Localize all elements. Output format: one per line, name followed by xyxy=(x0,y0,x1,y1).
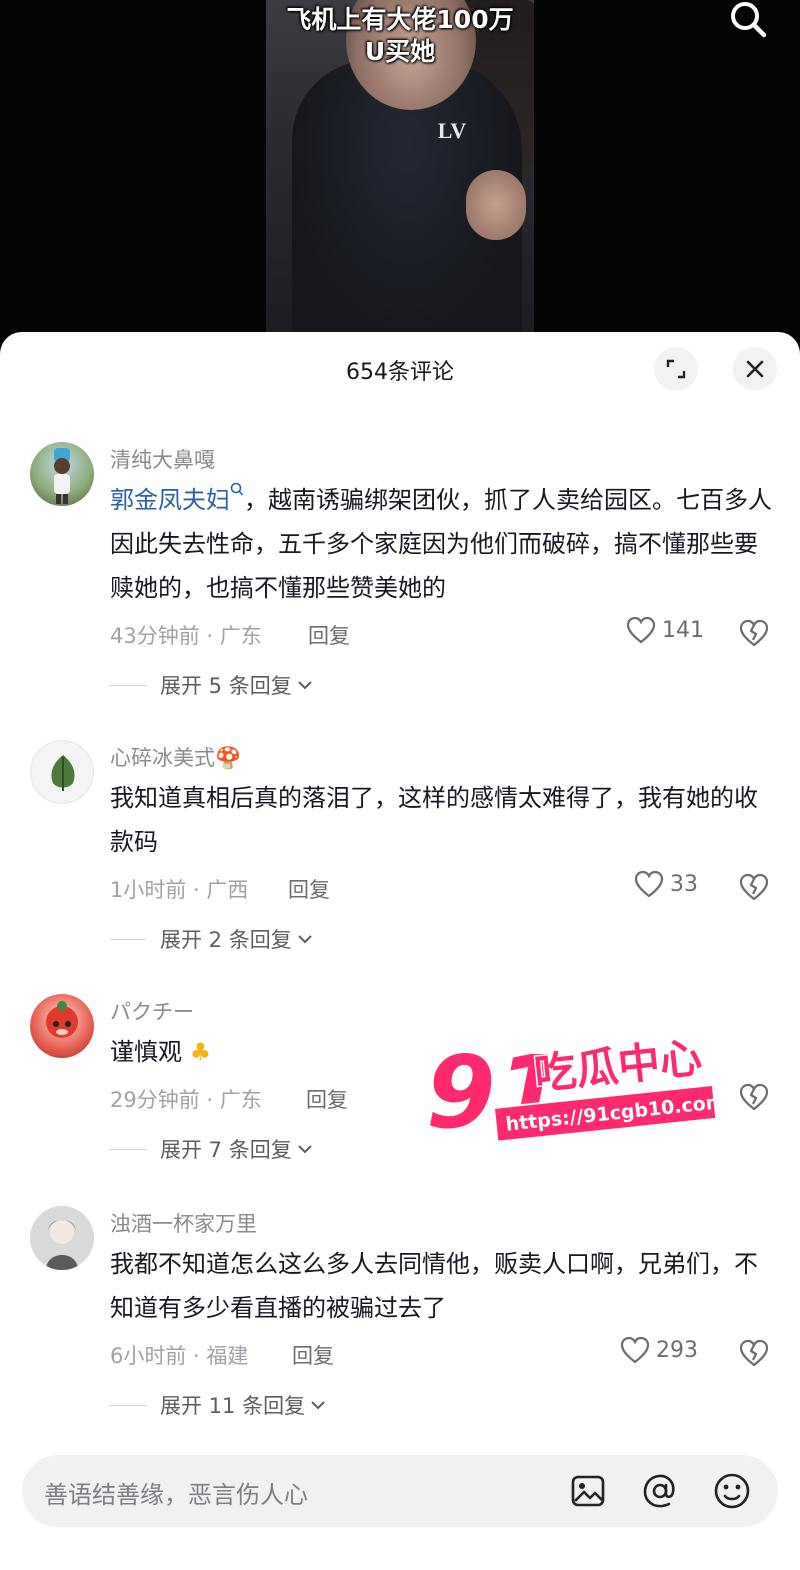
chevron-down-icon xyxy=(298,935,312,944)
expand-replies-label: 展开 7 条回复 xyxy=(160,1138,292,1162)
chevron-down-icon xyxy=(311,1401,325,1410)
comment-item: 浊酒一杯家万里 我都不知道怎么这么多人去同情他，贩卖人口啊，兄弟们，不知道有多少… xyxy=(0,1202,800,1432)
comment-username[interactable]: 心碎冰美式🍄 xyxy=(110,742,241,772)
heart-icon xyxy=(620,1336,650,1364)
comment-meta: 1小时前 · 广西 xyxy=(110,878,249,902)
close-sheet-button[interactable] xyxy=(733,347,777,391)
reply-button[interactable]: 回复 xyxy=(292,1340,334,1370)
like-button[interactable]: 141 xyxy=(626,616,704,644)
avatar[interactable] xyxy=(30,740,94,804)
comment-text: 我都不知道怎么这么多人去同情他，贩卖人口啊，兄弟们，不知道有多少看直播的被骗过去… xyxy=(110,1250,758,1322)
mention-search-icon xyxy=(230,482,244,496)
comment-body: 谨慎观 xyxy=(110,1038,182,1066)
emoji-icon xyxy=(714,1473,750,1509)
image-button[interactable] xyxy=(568,1471,608,1511)
avatar-image xyxy=(51,755,75,791)
video-caption-line2: U买她 xyxy=(364,37,436,66)
video-player[interactable]: LV 飞机上有大佬100万 U买她 xyxy=(0,0,800,336)
broken-heart-icon xyxy=(739,873,769,901)
video-caption-line1: 飞机上有大佬100万 xyxy=(286,5,514,34)
avatar-image xyxy=(46,1220,78,1270)
broken-heart-icon xyxy=(739,619,769,647)
comments-sheet: 654条评论 清纯大鼻嘎 郭金凤夫妇 ，越南诱骗绑架团伙，抓了人卖给园区。七百多人… xyxy=(0,332,800,1570)
expand-replies-button[interactable]: 展开 5 条回复 xyxy=(110,670,314,700)
reply-button[interactable]: 回复 xyxy=(288,874,330,904)
dislike-button[interactable] xyxy=(738,618,770,648)
video-caption: 飞机上有大佬100万 U买她 xyxy=(246,4,554,68)
chevron-down-icon xyxy=(298,681,312,690)
dislike-button[interactable] xyxy=(738,1082,770,1112)
like-button[interactable]: 33 xyxy=(634,870,698,898)
dislike-button[interactable] xyxy=(738,872,770,902)
broken-heart-icon xyxy=(739,1083,769,1111)
like-count: 141 xyxy=(662,617,704,643)
comment-item: 心碎冰美式🍄 我知道真相后真的落泪了，这样的感情太难得了，我有她的收款码 1小时… xyxy=(0,736,800,966)
expand-sheet-button[interactable] xyxy=(654,347,698,391)
image-icon xyxy=(571,1475,605,1507)
comment-text: 郭金凤夫妇 ，越南诱骗绑架团伙，抓了人卖给园区。七百多人因此失去性命，五千多个家庭… xyxy=(110,478,775,610)
comment-text: 我知道真相后真的落泪了，这样的感情太难得了，我有她的收款码 xyxy=(110,784,758,856)
comment-input-bar[interactable]: 善语结善缘，恶言伤人心 xyxy=(22,1455,778,1527)
avatar[interactable] xyxy=(30,1206,94,1270)
comment-meta: 29分钟前 · 广东 xyxy=(110,1088,262,1112)
reply-button[interactable]: 回复 xyxy=(306,1084,348,1114)
mention-button[interactable] xyxy=(640,1471,680,1511)
like-count: 33 xyxy=(670,871,698,897)
broken-heart-icon xyxy=(739,1339,769,1367)
avatar[interactable] xyxy=(30,442,94,506)
chevron-down-icon xyxy=(298,1145,312,1154)
like-count: 293 xyxy=(656,1337,698,1363)
heart-icon xyxy=(634,870,664,898)
comment-username[interactable]: パクチー xyxy=(110,996,194,1026)
comment-item: 清纯大鼻嘎 郭金凤夫妇 ，越南诱骗绑架团伙，抓了人卖给园区。七百多人因此失去性命，… xyxy=(0,436,800,706)
comment-input-placeholder[interactable]: 善语结善缘，恶言伤人心 xyxy=(44,1475,308,1510)
watermark-logo: 91 吃瓜中心 https://91cgb10.com xyxy=(424,1031,724,1153)
emoji-button[interactable] xyxy=(712,1471,752,1511)
comments-count-title: 654条评论 xyxy=(346,360,454,385)
avatar-image xyxy=(46,1001,78,1038)
search-button[interactable] xyxy=(726,0,770,40)
mushroom-emoji: 🍄 xyxy=(215,746,242,770)
comment-meta: 43分钟前 · 广东 xyxy=(110,624,262,648)
reply-button[interactable]: 回复 xyxy=(308,620,350,650)
like-button[interactable]: 293 xyxy=(620,1336,698,1364)
expand-replies-button[interactable]: 展开 7 条回复 xyxy=(110,1134,314,1164)
dislike-button[interactable] xyxy=(738,1338,770,1368)
shirt-logo: LV xyxy=(437,118,467,143)
close-icon xyxy=(746,360,764,378)
avatar-image xyxy=(54,448,70,504)
expand-replies-button[interactable]: 展开 2 条回复 xyxy=(110,924,314,954)
at-icon xyxy=(643,1474,675,1508)
expand-icon xyxy=(666,359,686,379)
search-icon xyxy=(731,2,767,38)
comment-username[interactable]: 清纯大鼻嘎 xyxy=(110,444,215,474)
expand-replies-label: 展开 2 条回复 xyxy=(160,928,292,952)
heart-icon xyxy=(626,616,656,644)
gourd-emoji: ♣ xyxy=(182,1038,212,1066)
expand-replies-label: 展开 5 条回复 xyxy=(160,674,292,698)
expand-replies-button[interactable]: 展开 11 条回复 xyxy=(110,1390,327,1420)
avatar[interactable] xyxy=(30,994,94,1058)
expand-replies-label: 展开 11 条回复 xyxy=(160,1394,306,1418)
comment-username[interactable]: 浊酒一杯家万里 xyxy=(110,1208,257,1238)
mention-link[interactable]: 郭金凤夫妇 xyxy=(110,486,230,514)
comment-meta: 6小时前 · 福建 xyxy=(110,1344,249,1368)
